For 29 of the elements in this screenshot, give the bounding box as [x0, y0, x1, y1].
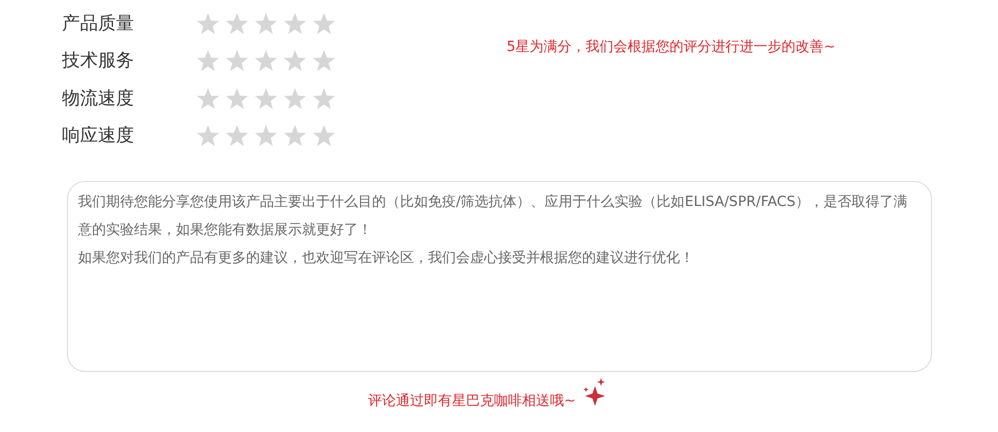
star-icon[interactable]: [283, 12, 307, 36]
star-icon[interactable]: [312, 49, 336, 74]
placeholder-text: 我们期待您能分享您使用该产品主要出于什么目的（比如免疫/筛选抗体）、应用于什么实验（比如ELISA/SPR/FACS），是否取得了满意的实验结果，如果您能有数据展示就更好了！: [78, 193, 908, 240]
star-icon[interactable]: [254, 12, 278, 36]
star-icon[interactable]: [196, 49, 220, 74]
comment-field[interactable]: 我们期待您能分享您使用该产品主要出于什么目的（比如免疫/筛选抗体）、应用于什么实验（比如ELISA/SPR/FACS），是否取得了满意的实验结果，如果您能有数据展示就更好了！ 如果您对我们的产品有更多的建议，也欢迎写在评论区，我们会虚心接受并根据您的建议进行优化！: [67, 181, 932, 372]
star-icon[interactable]: [225, 49, 249, 74]
rating-hint: 5星为满分，我们会根据您的评分进行进一步的改善~: [506, 38, 836, 57]
placeholder-text: 如果您对我们的产品有更多的建议，也欢迎写在评论区，我们会虚心接受并根据您的建议进行优化！: [78, 249, 695, 268]
rating-label: 技术服务: [62, 49, 135, 74]
reward-note: 评论通过即有星巴克咖啡相送哦~: [368, 392, 576, 411]
star-icon[interactable]: [283, 49, 307, 74]
rating-label: 物流速度: [62, 86, 135, 111]
star-icon[interactable]: [312, 12, 336, 36]
star-icon[interactable]: [254, 49, 278, 74]
star-icon[interactable]: [312, 124, 336, 148]
star-icon[interactable]: [283, 86, 307, 111]
star-icon[interactable]: [254, 86, 278, 111]
star-icon[interactable]: [196, 86, 220, 111]
star-icon[interactable]: [283, 124, 307, 148]
rating-label: 产品质量: [62, 12, 135, 36]
star-icon[interactable]: [254, 124, 278, 148]
star-icon[interactable]: [196, 12, 220, 36]
star-icon[interactable]: [196, 124, 220, 148]
rating-label: 响应速度: [62, 124, 135, 148]
star-icon[interactable]: [312, 86, 336, 111]
star-icon[interactable]: [225, 124, 249, 148]
star-icon[interactable]: [225, 12, 249, 36]
star-icon[interactable]: [225, 86, 249, 111]
